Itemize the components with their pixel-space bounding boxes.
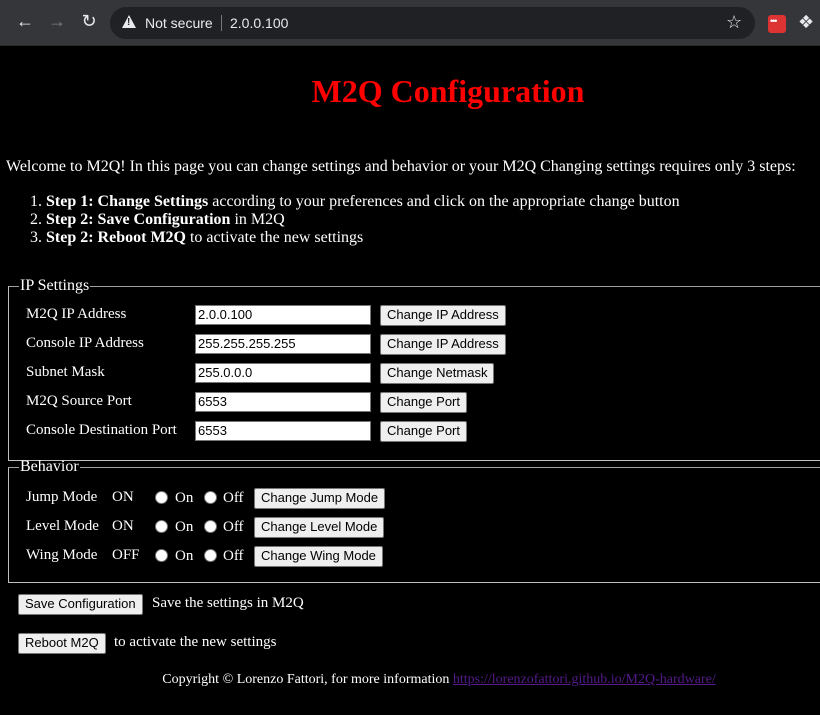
security-status[interactable]: Not secure — [145, 15, 213, 31]
field-label: M2Q IP Address — [26, 306, 127, 322]
reload-icon[interactable]: ↻ — [78, 10, 100, 32]
wing-off-radio[interactable] — [204, 549, 217, 562]
radio-label: Off — [223, 548, 244, 564]
warning-icon[interactable] — [122, 15, 136, 28]
change-m2q-ip-button[interactable]: Change IP Address — [380, 305, 506, 326]
field-label: Console Destination Port — [26, 422, 177, 438]
ip-row-subnet: Subnet Mask 255.0.0.0 Change Netmask — [8, 363, 820, 385]
console-ip-input[interactable]: 255.255.255.255 — [195, 334, 371, 354]
reboot-description: to activate the new settings — [114, 634, 277, 650]
extension-icon[interactable] — [768, 15, 786, 33]
steps-list: 1. Step 1: Change Settings according to … — [30, 193, 680, 247]
level-off-radio[interactable] — [204, 520, 217, 533]
destination-port-input[interactable]: 6553 — [195, 421, 371, 441]
change-console-ip-button[interactable]: Change IP Address — [380, 334, 506, 355]
reboot-button[interactable]: Reboot M2Q — [18, 633, 106, 654]
wing-on-radio[interactable] — [155, 549, 168, 562]
radio-label: On — [175, 548, 194, 564]
behavior-row-jump: Jump Mode ON On Off Change Jump Mode — [8, 488, 820, 510]
forward-arrow-icon[interactable]: → — [46, 10, 68, 32]
field-label: Subnet Mask — [26, 364, 105, 380]
project-link[interactable]: https://lorenzofattori.github.io/M2Q-har… — [453, 672, 716, 687]
extensions-puzzle-icon[interactable]: ❖ — [798, 12, 814, 33]
ip-row-m2q-ip: M2Q IP Address 2.0.0.100 Change IP Addre… — [8, 305, 820, 327]
page-title: M2Q Configuration — [311, 73, 585, 109]
ip-settings-legend: IP Settings — [20, 277, 90, 294]
ip-row-source-port: M2Q Source Port 6553 Change Port — [8, 392, 820, 414]
ip-row-console-ip: Console IP Address 255.255.255.255 Chang… — [8, 334, 820, 356]
jump-on-radio[interactable] — [155, 491, 168, 504]
url-text[interactable]: 2.0.0.100 — [230, 15, 288, 31]
browser-toolbar: ← → ↻ Not secure 2.0.0.100 ☆ ❖ — [0, 0, 820, 46]
address-bar[interactable]: Not secure 2.0.0.100 ☆ — [110, 7, 755, 39]
step-item: 3. Step 2: Reboot M2Q to activate the ne… — [30, 229, 364, 246]
change-source-port-button[interactable]: Change Port — [380, 392, 467, 413]
behavior-row-level: Level Mode ON On Off Change Level Mode — [8, 517, 820, 539]
mode-label: Jump Mode — [26, 489, 98, 505]
behavior-row-wing: Wing Mode OFF On Off Change Wing Mode — [8, 546, 820, 568]
source-port-input[interactable]: 6553 — [195, 392, 371, 412]
back-arrow-icon[interactable]: ← — [14, 10, 36, 32]
ip-row-dest-port: Console Destination Port 6553 Change Por… — [8, 421, 820, 443]
bookmark-star-icon[interactable]: ☆ — [726, 12, 742, 33]
mode-state: ON — [112, 489, 134, 505]
subnet-mask-input[interactable]: 255.0.0.0 — [195, 363, 371, 383]
change-wing-mode-button[interactable]: Change Wing Mode — [254, 546, 383, 567]
mode-label: Level Mode — [26, 518, 99, 534]
field-label: M2Q Source Port — [26, 393, 132, 409]
field-label: Console IP Address — [26, 335, 144, 351]
step-item: 2. Step 2: Save Configuration in M2Q — [30, 211, 285, 228]
level-on-radio[interactable] — [155, 520, 168, 533]
intro-text: Welcome to M2Q! In this page you can cha… — [6, 158, 796, 175]
change-level-mode-button[interactable]: Change Level Mode — [254, 517, 385, 538]
footer: Copyright © Lorenzo Fattori, for more in… — [0, 672, 820, 688]
divider — [221, 15, 222, 31]
jump-off-radio[interactable] — [204, 491, 217, 504]
step-item: 1. Step 1: Change Settings according to … — [30, 193, 680, 210]
radio-label: Off — [223, 519, 244, 535]
change-destination-port-button[interactable]: Change Port — [380, 421, 467, 442]
copyright-text: Copyright © Lorenzo Fattori, for more in… — [162, 672, 453, 687]
radio-label: On — [175, 519, 194, 535]
save-configuration-button[interactable]: Save Configuration — [18, 594, 143, 615]
change-jump-mode-button[interactable]: Change Jump Mode — [254, 488, 386, 509]
m2q-ip-input[interactable]: 2.0.0.100 — [195, 305, 371, 325]
mode-state: OFF — [112, 547, 140, 563]
radio-label: Off — [223, 490, 244, 506]
change-netmask-button[interactable]: Change Netmask — [380, 363, 495, 384]
mode-state: ON — [112, 518, 134, 534]
mode-label: Wing Mode — [26, 547, 98, 563]
save-description: Save the settings in M2Q — [152, 595, 304, 611]
radio-label: On — [175, 490, 194, 506]
behavior-legend: Behavior — [20, 458, 79, 475]
